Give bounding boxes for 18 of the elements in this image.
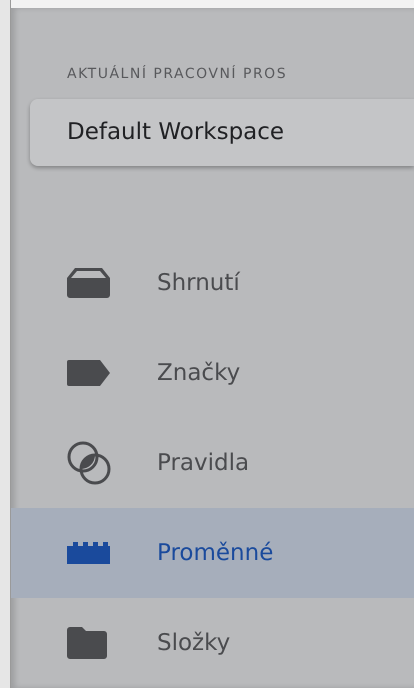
label-icon [67,360,110,386]
nav-item[interactable]: Proměnné [11,508,414,598]
overlapping-circles-icon [67,441,111,485]
nav-label: Proměnné [157,538,274,568]
nav-item[interactable]: Složky [11,598,414,688]
workspace-card[interactable]: Default Workspace [30,99,414,166]
nav-label: Pravidla [157,448,250,478]
workspace-name: Default Workspace [67,118,284,148]
section-label: AKTUÁLNÍ PRACOVNÍ PROS [67,64,288,84]
nav-label: Značky [157,358,240,388]
nav-item[interactable]: Pravidla [11,418,414,508]
nav-label: Shrnutí [157,268,240,298]
folder-icon [67,627,107,659]
nav-item[interactable]: Shrnutí [11,238,414,328]
nav-item[interactable]: Značky [11,328,414,418]
tray-icon [67,268,110,298]
nav-label: Složky [157,628,230,658]
brick-icon [67,542,110,564]
